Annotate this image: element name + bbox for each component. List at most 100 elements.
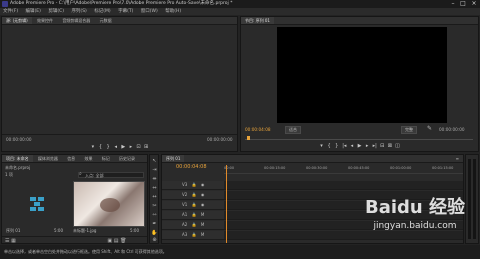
rate-stretch-tool-icon[interactable]: ↔ xyxy=(151,194,158,201)
track-label[interactable]: A2 xyxy=(182,221,187,229)
export-frame-icon[interactable]: ◫ xyxy=(394,143,400,149)
track-label[interactable]: A3 xyxy=(182,231,187,239)
pen-tool-icon[interactable]: ✒ xyxy=(151,221,158,228)
track-select-tool-icon[interactable]: ⇥ xyxy=(151,167,158,174)
new-bin-icon[interactable]: ▣ xyxy=(107,238,112,244)
program-timebar: 00:00:04:08 适合 完整 ✎ 00:00:00:00 xyxy=(241,125,478,135)
overwrite-icon[interactable]: ⊞ xyxy=(143,144,149,150)
menu-clip[interactable]: 剪辑(C) xyxy=(48,8,64,15)
menu-edit[interactable]: 编辑(E) xyxy=(26,8,41,15)
play-icon[interactable]: ▶ xyxy=(357,143,363,149)
speaker-icon[interactable]: M xyxy=(201,221,204,229)
lock-icon[interactable]: 🔒 xyxy=(192,201,197,209)
menu-marker[interactable]: 标记(M) xyxy=(94,8,110,15)
fit-dropdown[interactable]: 适合 xyxy=(285,126,301,134)
tab-media-browser[interactable]: 媒体浏览器 xyxy=(34,155,62,162)
slip-tool-icon[interactable]: ⇿ xyxy=(151,212,158,219)
eye-icon[interactable]: ◉ xyxy=(201,191,205,199)
panel-menu-icon[interactable]: ≡ xyxy=(452,155,463,162)
speaker-icon[interactable]: M xyxy=(201,231,204,239)
step-forward-icon[interactable]: ▸ xyxy=(364,143,370,149)
track-label[interactable]: V1 xyxy=(182,201,187,209)
timeline-playhead[interactable] xyxy=(226,165,227,243)
timeline-timecode[interactable]: 00:00:04:08 xyxy=(176,164,207,170)
go-to-in-icon[interactable]: |◂ xyxy=(341,143,347,149)
lock-icon[interactable]: 🔒 xyxy=(192,191,197,199)
menu-file[interactable]: 文件(F) xyxy=(3,8,18,15)
marker-icon[interactable]: ▾ xyxy=(90,144,96,150)
step-back-icon[interactable]: ◂ xyxy=(113,144,119,150)
track-label[interactable]: V2 xyxy=(182,191,187,199)
lift-icon[interactable]: ⊟ xyxy=(379,143,385,149)
razor-tool-icon[interactable]: ✂ xyxy=(151,203,158,210)
lock-icon[interactable]: 🔒 xyxy=(192,211,197,219)
tab-effect-controls[interactable]: 效果控件 xyxy=(33,17,57,24)
clip-duration: 5:00 xyxy=(54,228,63,233)
wrench-icon[interactable]: ✎ xyxy=(427,125,432,132)
mark-in-icon[interactable]: { xyxy=(326,143,332,149)
tab-audio-clip-mixer[interactable]: 音频剪辑混合器 xyxy=(58,17,94,24)
menu-title[interactable]: 字幕(T) xyxy=(118,8,133,15)
go-to-out-icon[interactable]: ▸| xyxy=(372,143,378,149)
lock-icon[interactable]: 🔒 xyxy=(192,231,197,239)
program-playhead[interactable] xyxy=(247,136,250,140)
tab-source[interactable]: 源: (无剪辑) xyxy=(2,17,32,24)
menu-sequence[interactable]: 序列(S) xyxy=(71,8,86,15)
source-monitor-panel: 源: (无剪辑) 效果控件 音频剪辑混合器 元数据 00:00:00:00 00… xyxy=(1,16,238,152)
insert-icon[interactable]: ⊡ xyxy=(135,144,141,150)
maximize-icon[interactable]: □ xyxy=(458,0,468,8)
clear-icon[interactable]: 🗑 xyxy=(120,238,126,244)
menu-help[interactable]: 帮助(H) xyxy=(165,8,181,15)
step-back-icon[interactable]: ◂ xyxy=(349,143,355,149)
search-input[interactable]: 入点: 全部 xyxy=(78,172,144,178)
tab-markers[interactable]: 标记 xyxy=(98,155,114,162)
eye-icon[interactable]: ◉ xyxy=(201,201,205,209)
minimize-icon[interactable]: – xyxy=(448,0,458,8)
tab-metadata[interactable]: 元数据 xyxy=(96,17,116,24)
list-view-icon[interactable]: ☰ xyxy=(5,238,9,244)
play-icon[interactable]: ▶ xyxy=(120,144,126,150)
program-video-frame[interactable] xyxy=(277,27,447,123)
mark-in-icon[interactable]: { xyxy=(98,144,104,150)
selection-tool-icon[interactable]: ↖ xyxy=(151,158,158,165)
image-clip-thumbnail[interactable] xyxy=(73,181,145,227)
icon-view-icon[interactable]: ▦ xyxy=(11,238,16,244)
source-viewer[interactable] xyxy=(2,26,237,134)
program-scrub-bar[interactable] xyxy=(245,136,473,140)
close-icon[interactable]: × xyxy=(469,0,479,8)
tab-sequence[interactable]: 序列 01 xyxy=(162,155,185,162)
rolling-edit-tool-icon[interactable]: ⇔ xyxy=(151,185,158,192)
mark-out-icon[interactable]: } xyxy=(105,144,111,150)
track-label[interactable]: A1 xyxy=(182,211,187,219)
hand-tool-icon[interactable]: ✋ xyxy=(151,230,158,237)
sequence-thumbnail[interactable] xyxy=(6,181,68,227)
lock-icon[interactable]: 🔒 xyxy=(192,181,197,189)
sequence-icon-block xyxy=(30,207,36,211)
zoom-tool-icon[interactable]: ⊕ xyxy=(151,237,158,244)
speaker-icon[interactable]: M xyxy=(201,211,204,219)
project-item-count: 1 项 xyxy=(5,172,13,177)
tab-project[interactable]: 项目: 未命名 xyxy=(2,155,33,162)
tab-info[interactable]: 信息 xyxy=(63,155,79,162)
timeline-ruler[interactable]: 00:00 00:00:15:00 00:00:30:00 00:00:45:0… xyxy=(224,165,463,174)
menu-window[interactable]: 窗口(W) xyxy=(141,8,158,15)
marker-icon[interactable]: ▾ xyxy=(319,143,325,149)
track-header: V2 🔒 ◉ xyxy=(162,191,224,199)
lock-icon[interactable]: 🔒 xyxy=(192,221,197,229)
extract-icon[interactable]: ⊠ xyxy=(387,143,393,149)
step-forward-icon[interactable]: ▸ xyxy=(128,144,134,150)
program-current-time: 00:00:04:08 xyxy=(245,127,271,132)
tab-effects[interactable]: 效果 xyxy=(80,155,96,162)
mark-out-icon[interactable]: } xyxy=(334,143,340,149)
ripple-edit-tool-icon[interactable]: ⇹ xyxy=(151,176,158,183)
eye-icon[interactable]: ◉ xyxy=(201,181,205,189)
program-transport: ▾ { } |◂ ◂ ▶ ▸ ▸| ⊟ ⊠ ◫ xyxy=(241,143,478,151)
quality-dropdown[interactable]: 完整 xyxy=(401,126,417,134)
source-timebar: 00:00:00:00 00:00:00:00 xyxy=(2,134,237,143)
tab-program[interactable]: 节目: 序列 01 xyxy=(241,17,274,24)
track-label[interactable]: V3 xyxy=(182,181,187,189)
new-item-icon[interactable]: ▤ xyxy=(114,238,119,244)
track-lane[interactable] xyxy=(224,181,463,189)
project-file-name: 未命名.prproj xyxy=(5,165,31,170)
tab-history[interactable]: 历史记录 xyxy=(115,155,139,162)
